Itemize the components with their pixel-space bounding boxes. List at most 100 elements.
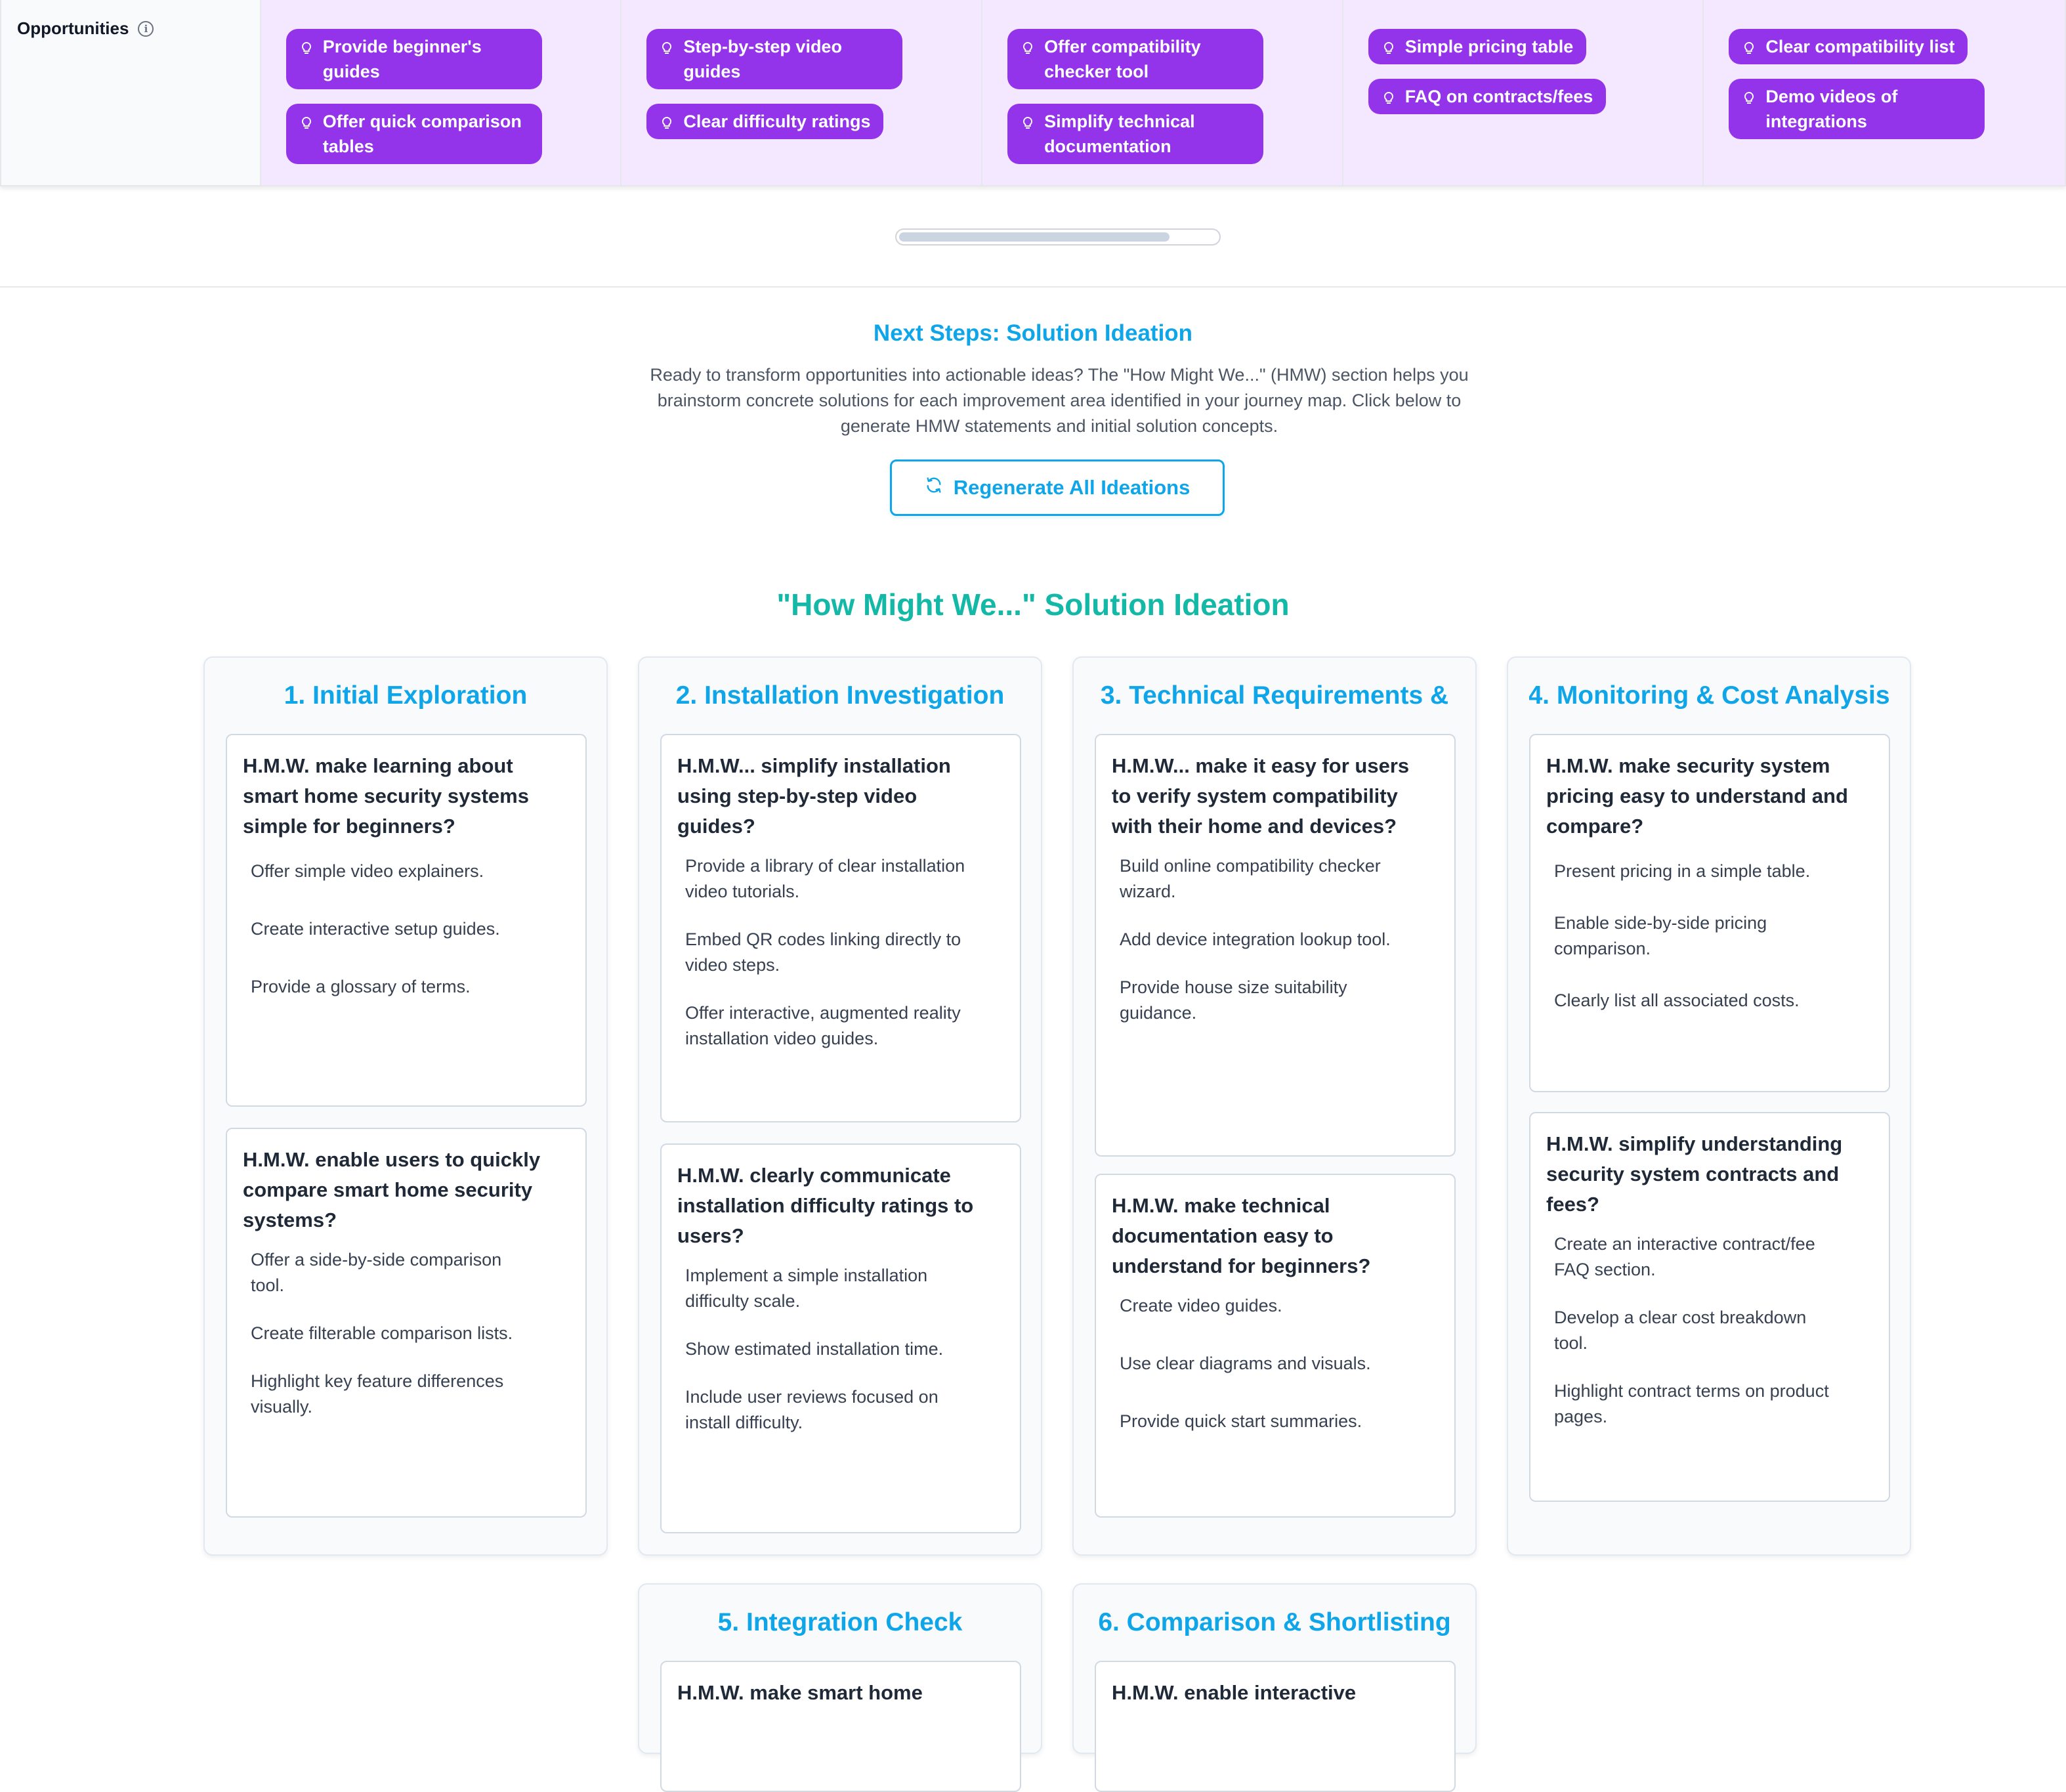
- opportunity-chip[interactable]: Simple pricing table: [1368, 29, 1587, 64]
- regenerate-button-label: Regenerate All Ideations: [953, 476, 1191, 499]
- opportunity-chip[interactable]: Offer quick comparison tables: [285, 104, 542, 164]
- hmw-question: H.M.W... make it easy for users to verif…: [1112, 754, 1410, 838]
- opportunity-chip-label: Offer compatibility checker tool: [1044, 37, 1201, 81]
- hmw-card: H.M.W. make technical documentation easy…: [1095, 1174, 1456, 1518]
- idea-item: Build online compatibility checker wizar…: [1120, 856, 1381, 901]
- idea-item: Provide a glossary of terms.: [251, 977, 471, 996]
- lightbulb-icon: [1383, 41, 1395, 56]
- hmw-question: H.M.W. enable interactive: [1112, 1681, 1357, 1704]
- opportunities-row: Opportunities i Provide beginner's guide…: [0, 0, 2066, 186]
- opportunity-chip[interactable]: Step-by-step video guides: [646, 29, 903, 89]
- lightbulb-icon: [661, 116, 673, 131]
- hmw-question: H.M.W... simplify installation using ste…: [677, 754, 951, 838]
- lightbulb-icon: [1022, 41, 1034, 56]
- idea-item: Provide quick start summaries.: [1120, 1411, 1362, 1431]
- opportunity-chip-label: Clear compatibility list: [1765, 37, 1955, 56]
- hmw-card: H.M.W. simplify understanding security s…: [1529, 1112, 1890, 1502]
- opportunity-chip-label: Simple pricing table: [1404, 37, 1574, 56]
- hmw-card: H.M.W. make learning about smart home se…: [226, 734, 587, 1107]
- idea-item: Embed QR codes linking directly to video…: [685, 929, 961, 975]
- idea-item: Present pricing in a simple table.: [1554, 861, 1811, 881]
- stage-title: 1. Initial Exploration: [284, 681, 528, 710]
- next-steps-description: Ready to transform opportunities into ac…: [650, 365, 1469, 436]
- idea-item: Highlight contract terms on product page…: [1554, 1381, 1829, 1426]
- hmw-question: H.M.W. make security system pricing easy…: [1546, 754, 1848, 838]
- opportunity-cell: Step-by-step video guides Clear difficul…: [622, 0, 983, 185]
- opportunity-chip-label: Demo videos of integrations: [1765, 87, 1898, 131]
- idea-item: Use clear diagrams and visuals.: [1120, 1354, 1371, 1373]
- hmw-question: H.M.W. make smart home: [677, 1681, 923, 1704]
- hmw-card: H.M.W. clearly communicate installation …: [660, 1143, 1021, 1533]
- hmw-question: H.M.W. make technical documentation easy…: [1112, 1194, 1371, 1277]
- idea-item: Enable side-by-side pricing comparison.: [1554, 913, 1767, 958]
- idea-item: Add device integration lookup tool.: [1120, 929, 1391, 949]
- stage-column: 5. Integration Check H.M.W. make smart h…: [638, 1583, 1042, 1792]
- hmw-card: H.M.W... simplify installation using ste…: [660, 734, 1021, 1122]
- stage-column: 1. Initial Exploration H.M.W. make learn…: [203, 656, 608, 1556]
- lightbulb-icon: [301, 41, 312, 56]
- opportunity-chip[interactable]: Clear compatibility list: [1729, 29, 1968, 64]
- lightbulb-icon: [1022, 116, 1034, 131]
- idea-item: Create an interactive contract/fee FAQ s…: [1554, 1234, 1815, 1279]
- idea-item: Clearly list all associated costs.: [1554, 991, 1800, 1010]
- lightbulb-icon: [1383, 91, 1395, 106]
- horizontal-scrollbar[interactable]: [895, 228, 1221, 245]
- opportunity-cell: Simple pricing table FAQ on contracts/fe…: [1343, 0, 1704, 185]
- hmw-card: H.M.W. enable users to quickly compare s…: [226, 1128, 587, 1518]
- stage-column: 2. Installation Investigation H.M.W... s…: [638, 656, 1042, 1556]
- idea-item: Create video guides.: [1120, 1296, 1282, 1315]
- opportunity-chip-label: Offer quick comparison tables: [322, 112, 522, 156]
- idea-item: Offer simple video explainers.: [251, 861, 484, 881]
- idea-item: Offer a side-by-side comparison tool.: [251, 1250, 502, 1295]
- stage-title: 5. Integration Check: [717, 1608, 963, 1636]
- opportunity-chip[interactable]: Demo videos of integrations: [1729, 79, 1985, 139]
- scrollbar-thumb[interactable]: [899, 232, 1170, 242]
- idea-item: Develop a clear cost breakdown tool.: [1554, 1308, 1807, 1353]
- section-divider: [0, 286, 2066, 288]
- opportunity-chip[interactable]: Provide beginner's guides: [285, 29, 542, 89]
- idea-item: Include user reviews focused on install …: [685, 1387, 938, 1432]
- stage-title: 6. Comparison & Shortlisting: [1098, 1608, 1451, 1636]
- idea-item: Implement a simple installation difficul…: [685, 1266, 928, 1311]
- refresh-icon: [925, 476, 943, 500]
- opportunity-chip[interactable]: Clear difficulty ratings: [646, 104, 884, 139]
- hmw-question: H.M.W. enable users to quickly compare s…: [243, 1148, 541, 1231]
- lightbulb-icon: [1743, 91, 1755, 106]
- opportunity-cell: Offer compatibility checker tool Simplif…: [982, 0, 1343, 185]
- opportunity-cell: Provide beginner's guides Offer quick co…: [261, 0, 622, 185]
- hmw-card: H.M.W... make it easy for users to verif…: [1095, 734, 1456, 1157]
- stage-title: 3. Technical Requirements &: [1100, 681, 1449, 710]
- opportunity-chip-label: Step-by-step video guides: [683, 37, 842, 81]
- stage-title: 4. Monitoring & Cost Analysis: [1529, 681, 1889, 710]
- hmw-card: H.M.W. make security system pricing easy…: [1529, 734, 1890, 1092]
- hmw-card: H.M.W. enable interactive: [1095, 1661, 1456, 1792]
- opportunity-chip-label: FAQ on contracts/fees: [1404, 87, 1593, 106]
- opportunity-chip-label: Clear difficulty ratings: [683, 112, 871, 131]
- idea-item: Create filterable comparison lists.: [251, 1323, 513, 1343]
- info-icon[interactable]: i: [138, 21, 154, 37]
- stage-column: 6. Comparison & Shortlisting H.M.W. enab…: [1072, 1583, 1477, 1792]
- hmw-question: H.M.W. simplify understanding security s…: [1546, 1132, 1843, 1216]
- idea-item: Create interactive setup guides.: [251, 919, 500, 939]
- idea-item: Provide a library of clear installation …: [685, 856, 965, 901]
- opportunity-chip[interactable]: Offer compatibility checker tool: [1007, 29, 1264, 89]
- hmw-question: H.M.W. clearly communicate installation …: [677, 1164, 974, 1247]
- opportunity-chip-label: Simplify technical documentation: [1044, 112, 1195, 156]
- stage-column: 4. Monitoring & Cost Analysis H.M.W. mak…: [1507, 656, 1911, 1556]
- opportunity-chip[interactable]: FAQ on contracts/fees: [1368, 79, 1607, 114]
- lightbulb-icon: [301, 116, 312, 131]
- opportunity-cell: Clear compatibility list Demo videos of …: [1704, 0, 2065, 185]
- idea-item: Highlight key feature differences visual…: [251, 1371, 504, 1417]
- idea-item: Provide house size suitability guidance.: [1120, 977, 1347, 1023]
- hmw-question: H.M.W. make learning about smart home se…: [243, 754, 529, 838]
- hmw-section-title: "How Might We..." Solution Ideation: [776, 587, 1290, 622]
- regenerate-ideations-button[interactable]: Regenerate All Ideations: [890, 459, 1225, 516]
- stage-column: 3. Technical Requirements & H.M.W... mak…: [1072, 656, 1477, 1556]
- opportunity-chip[interactable]: Simplify technical documentation: [1007, 104, 1264, 164]
- idea-item: Offer interactive, augmented reality ins…: [685, 1003, 961, 1048]
- opportunities-label: Opportunities: [17, 18, 129, 38]
- lightbulb-icon: [1743, 41, 1755, 56]
- lightbulb-icon: [661, 41, 673, 56]
- opportunities-label-cell: Opportunities i: [1, 0, 261, 185]
- hmw-card: H.M.W. make smart home: [660, 1661, 1021, 1792]
